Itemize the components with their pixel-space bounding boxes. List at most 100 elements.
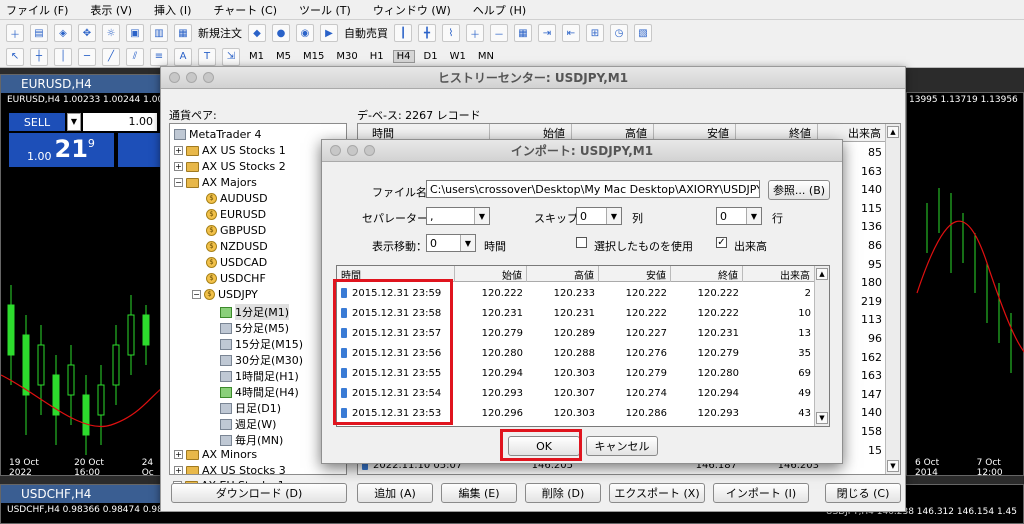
expand-icon[interactable]: + — [174, 146, 183, 155]
edit-button[interactable]: 編集 (E) — [441, 483, 517, 503]
chart-shift-icon[interactable]: ⇤ — [562, 24, 580, 42]
tree-symbol[interactable]: $ USDCAD — [206, 256, 267, 269]
right-chart-window[interactable]: 13995 1.13719 1.13956 6 Oct 2014 7 Oct 1… — [906, 92, 1024, 478]
sell-button[interactable]: SELL — [9, 113, 65, 131]
tree-timeframe[interactable]: 4時間足(H4) — [220, 384, 299, 400]
tree-symbol[interactable]: $ GBPUSD — [206, 224, 266, 237]
crosshair-icon[interactable]: ┼ — [30, 47, 48, 66]
lot-input[interactable]: 1.00 — [83, 113, 157, 131]
expand-icon[interactable]: + — [174, 162, 183, 171]
sell-price-box[interactable]: 1.00 21 9 — [9, 133, 114, 167]
menu-insert[interactable]: 挿入 (I) — [154, 2, 191, 18]
signals-icon[interactable]: ● — [272, 24, 290, 42]
tree-timeframe[interactable]: 週足(W) — [220, 416, 276, 432]
import-preview-table[interactable]: 時間 始値 高値 安値 終値 出来高 2015.12.31 23:59 120.2… — [336, 265, 830, 427]
maximize-icon[interactable] — [364, 145, 375, 156]
zoom-in-icon[interactable]: ＋ — [466, 24, 484, 42]
horizontal-line-icon[interactable]: ─ — [78, 47, 96, 66]
table-row[interactable]: 2015.12.31 23:54 120.293 120.307 120.274 120… — [337, 383, 815, 403]
collapse-icon[interactable]: − — [192, 290, 201, 299]
col-high[interactable]: 高値 — [527, 266, 599, 282]
tree-symbol[interactable]: $ USDCHF — [206, 272, 266, 285]
col-volume[interactable]: 出来高 — [743, 266, 815, 282]
menu-view[interactable]: 表示 (V) — [90, 2, 132, 18]
table-row[interactable]: 2015.12.31 23:56 120.280 120.288 120.276 120… — [337, 343, 815, 363]
vertical-line-icon[interactable]: │ — [54, 47, 72, 66]
buy-price-box[interactable] — [118, 133, 164, 167]
separator-select[interactable]: , ▼ — [426, 207, 490, 225]
time-shift-select[interactable]: 0 ▼ — [426, 234, 476, 252]
close-icon[interactable] — [169, 72, 180, 83]
collapse-icon[interactable]: − — [174, 178, 183, 187]
periods-icon[interactable]: ◷ — [610, 24, 628, 42]
auto-trade-button[interactable]: 自動売買 — [344, 25, 388, 41]
tree-symbol[interactable]: $ NZDUSD — [206, 240, 268, 253]
menu-tools[interactable]: ツール (T) — [299, 2, 351, 18]
minimize-icon[interactable] — [347, 145, 358, 156]
eurusd-chart-window[interactable]: EURUSD,H4 EURUSD,H4 1.00233 1.00244 1.00… — [0, 74, 166, 478]
terminal-icon[interactable]: ▣ — [126, 24, 144, 42]
tile-windows-icon[interactable]: ▦ — [514, 24, 532, 42]
lot-dropdown-icon[interactable]: ▼ — [67, 113, 81, 131]
download-button[interactable]: ダウンロード (D) — [171, 483, 347, 503]
volume-checkbox[interactable]: ✓ — [716, 237, 727, 248]
new-order-button[interactable]: 新規注文 — [198, 25, 242, 41]
text-icon[interactable]: A — [174, 47, 192, 66]
tree-timeframe[interactable]: 15分足(M15) — [220, 336, 303, 352]
col-open[interactable]: 始値 — [455, 266, 527, 282]
tf-h1[interactable]: H1 — [367, 51, 387, 62]
tree-timeframe-m1[interactable]: 1分足(M1) — [220, 304, 290, 320]
table-row[interactable]: 2015.12.31 23:59 120.222 120.233 120.222 120… — [337, 283, 815, 303]
new-order-icon[interactable]: ▦ — [174, 24, 192, 42]
tree-item-majors[interactable]: − AX Majors — [174, 176, 257, 189]
col-close[interactable]: 終値 — [671, 266, 743, 282]
new-chart-icon[interactable]: ＋ — [6, 24, 24, 42]
tf-w1[interactable]: W1 — [447, 51, 469, 62]
indicators-icon[interactable]: ⊞ — [586, 24, 604, 42]
tree-item-us-stocks-3[interactable]: + AX US Stocks 3 — [174, 464, 286, 474]
browse-button[interactable]: 参照... (B) — [768, 180, 830, 200]
menu-file[interactable]: ファイル (F) — [6, 2, 68, 18]
tree-timeframe[interactable]: 30分足(M30) — [220, 352, 303, 368]
line-chart-icon[interactable]: ⌇ — [442, 24, 460, 42]
table-row[interactable]: 2015.12.31 23:57 120.279 120.289 120.227 120… — [337, 323, 815, 343]
cancel-button[interactable]: キャンセル — [586, 436, 658, 456]
fibonacci-icon[interactable]: ≡ — [150, 47, 168, 66]
col-time[interactable]: 時間 — [337, 266, 455, 282]
scroll-chart-icon[interactable]: ⇥ — [538, 24, 556, 42]
table-row[interactable]: 2015.12.31 23:53 120.296 120.303 120.286 120… — [337, 403, 815, 423]
tree-item-us-stocks-2[interactable]: + AX US Stocks 2 — [174, 160, 286, 173]
use-selected-checkbox[interactable] — [576, 237, 587, 248]
tf-d1[interactable]: D1 — [421, 51, 441, 62]
file-path-input[interactable]: C:\users\crossover\Desktop\My Mac Deskto… — [426, 180, 760, 198]
scroll-up-icon[interactable]: ▲ — [816, 268, 828, 280]
delete-button[interactable]: 削除 (D) — [525, 483, 601, 503]
tree-timeframe[interactable]: 日足(D1) — [220, 400, 281, 416]
navigator-icon[interactable]: ✥ — [78, 24, 96, 42]
tree-symbol[interactable]: $ EURUSD — [206, 208, 266, 221]
ok-button[interactable]: OK — [508, 436, 580, 456]
import-scrollbar[interactable]: ▲ ▼ — [814, 266, 829, 426]
table-row[interactable]: 2015.12.31 23:58 120.231 120.231 120.222 120… — [337, 303, 815, 323]
tree-timeframe[interactable]: 毎月(MN) — [220, 432, 283, 448]
tree-item-us-stocks-1[interactable]: + AX US Stocks 1 — [174, 144, 286, 157]
auto-trade-icon[interactable]: ▶ — [320, 24, 338, 42]
close-icon[interactable] — [330, 145, 341, 156]
market-watch-icon[interactable]: ◈ — [54, 24, 72, 42]
maximize-icon[interactable] — [203, 72, 214, 83]
expand-icon[interactable]: + — [174, 450, 183, 459]
tree-timeframe[interactable]: 5分足(M5) — [220, 320, 289, 336]
tf-m5[interactable]: M5 — [273, 51, 294, 62]
tf-m1[interactable]: M1 — [246, 51, 267, 62]
row-select[interactable]: 0 ▼ — [716, 207, 762, 225]
market-icon[interactable]: ◉ — [296, 24, 314, 42]
history-scrollbar[interactable]: ▲ ▼ — [885, 124, 900, 474]
metaeditor-icon[interactable]: ◆ — [248, 24, 266, 42]
tf-h4[interactable]: H4 — [392, 50, 415, 63]
scroll-down-icon[interactable]: ▼ — [887, 460, 899, 472]
expand-icon[interactable]: + — [174, 466, 183, 474]
trendline-icon[interactable]: ╱ — [102, 47, 120, 66]
menu-chart[interactable]: チャート (C) — [213, 2, 277, 18]
cursor-icon[interactable]: ↖ — [6, 47, 24, 66]
label-icon[interactable]: T — [198, 47, 216, 66]
